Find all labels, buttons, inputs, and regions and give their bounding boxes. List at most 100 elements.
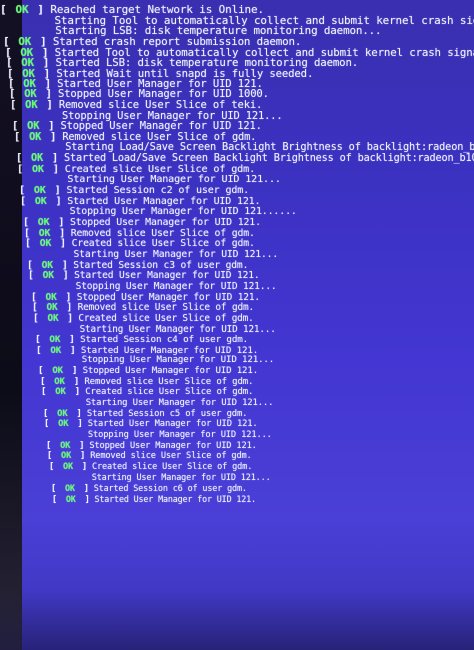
log-message: Started User Manager for UID 121. xyxy=(74,270,260,282)
status-bracket: [ xyxy=(14,131,27,143)
status-bracket: ] xyxy=(68,376,85,387)
status-bracket: [ xyxy=(51,483,61,494)
status-ok: OK xyxy=(21,57,34,70)
status-ok: OK xyxy=(45,291,57,303)
log-message: Removed slice User Slice of gdm. xyxy=(77,302,255,314)
status-ok: OK xyxy=(47,312,59,324)
status-bracket: ] xyxy=(38,78,58,90)
status-bracket: ] xyxy=(46,153,64,165)
log-message: Started Load/Save Screen Backlight Brigh… xyxy=(63,153,474,165)
status-bracket: [ xyxy=(25,238,37,250)
log-message: Stopping User Manager for UID 121... xyxy=(87,430,272,440)
status-bracket: [ xyxy=(33,312,44,324)
status-ok: OK xyxy=(23,78,36,90)
status-ok: OK xyxy=(65,493,76,504)
log-message: Started Session c5 of user gdm. xyxy=(86,408,248,419)
status-bracket: ] xyxy=(66,366,83,377)
status-ok: OK xyxy=(63,461,74,472)
status-bracket: ] xyxy=(60,291,77,303)
status-bracket: [ xyxy=(17,163,29,175)
log-message: Starting Load/Save Screen Backlight Brig… xyxy=(65,142,474,154)
status-bracket: ] xyxy=(52,217,70,228)
status-bracket: [ xyxy=(32,302,44,314)
log-message: Created slice User Slice of gdm. xyxy=(85,387,254,398)
status-bracket: [ xyxy=(46,440,57,451)
status-bracket: ] xyxy=(48,185,67,197)
status-bracket: ] xyxy=(42,121,61,133)
status-ok: OK xyxy=(57,408,68,419)
log-line: [ OK ] Started User Manager for UID 121. xyxy=(52,494,474,506)
status-bracket: ] xyxy=(40,99,59,111)
status-bracket: ] xyxy=(61,312,79,324)
log-message: Removed slice User Slice of teki. xyxy=(58,99,263,111)
status-bracket: [ xyxy=(49,461,60,472)
status-bracket: [ xyxy=(31,291,43,303)
status-bracket: [ xyxy=(40,376,51,387)
log-message: Started User Manager for UID 121. xyxy=(94,493,256,504)
status-ok: OK xyxy=(64,483,75,494)
status-ok: OK xyxy=(27,121,40,133)
status-bracket: [ xyxy=(20,195,32,207)
log-message: Started Session c6 of user gdm. xyxy=(93,483,247,494)
status-bracket: [ xyxy=(43,408,54,419)
status-bracket: ] xyxy=(61,302,78,314)
status-ok: OK xyxy=(29,131,42,143)
log-message: Starting User Manager for UID 121... xyxy=(79,323,276,335)
status-ok: OK xyxy=(54,376,65,387)
status-ok: OK xyxy=(38,227,51,239)
status-bracket: [ xyxy=(19,185,31,197)
log-message: Started Session c4 of user gdm. xyxy=(80,334,249,346)
log-message: Stopped User Manager for UID 121. xyxy=(82,366,259,377)
status-bracket: [ xyxy=(36,344,47,356)
log-message: Stopping User Manager for UID 121... xyxy=(75,280,277,292)
log-message: Starting User Manager for UID 121... xyxy=(85,398,274,409)
log-message: Started Session c3 of user gdm. xyxy=(73,259,249,271)
status-bracket: ] xyxy=(75,451,91,462)
status-ok: OK xyxy=(58,419,69,430)
log-message: Starting User Manager for UID 121... xyxy=(91,472,271,483)
status-ok: OK xyxy=(50,344,62,356)
status-ok: OK xyxy=(60,440,71,451)
screen-shadow xyxy=(0,590,474,650)
log-message: Removed slice User Slice of gdm. xyxy=(84,376,254,387)
status-bracket: ] xyxy=(49,195,68,207)
status-bracket: [ xyxy=(10,99,23,111)
status-bracket: ] xyxy=(63,334,81,346)
log-message: Started User Manager for UID 121. xyxy=(57,78,263,90)
status-ok: OK xyxy=(33,185,46,197)
status-bracket: [ xyxy=(28,270,40,282)
log-message: Stopped User Manager for UID 121. xyxy=(69,217,261,228)
status-ok: OK xyxy=(25,99,38,111)
status-ok: OK xyxy=(52,366,63,377)
status-bracket: ] xyxy=(56,259,74,271)
log-message: Stopped User Manager for UID 121. xyxy=(89,440,257,451)
log-message: Stopping User Manager for UID 121...... xyxy=(69,206,297,218)
status-ok: OK xyxy=(31,163,44,175)
status-bracket: ] xyxy=(77,461,93,472)
log-message: Removed slice User Slice of gdm. xyxy=(62,131,257,143)
status-bracket: ] xyxy=(74,440,90,451)
status-bracket: [ xyxy=(12,121,25,133)
status-bracket: [ xyxy=(41,387,52,398)
status-bracket: ] xyxy=(78,483,94,494)
status-bracket: [ xyxy=(38,366,49,377)
log-message: Stopping User Manager for UID 121... xyxy=(62,110,283,122)
status-ok: OK xyxy=(41,259,53,271)
status-bracket: [ xyxy=(27,259,39,271)
status-ok: OK xyxy=(61,451,72,462)
status-bracket: ] xyxy=(79,493,95,504)
status-bracket: [ xyxy=(8,78,21,90)
status-bracket: [ xyxy=(23,217,35,228)
log-message: Created slice User Slice of gdm. xyxy=(78,312,254,324)
status-ok: OK xyxy=(22,67,35,80)
status-bracket: [ xyxy=(52,493,62,504)
status-bracket: ] xyxy=(46,163,65,175)
